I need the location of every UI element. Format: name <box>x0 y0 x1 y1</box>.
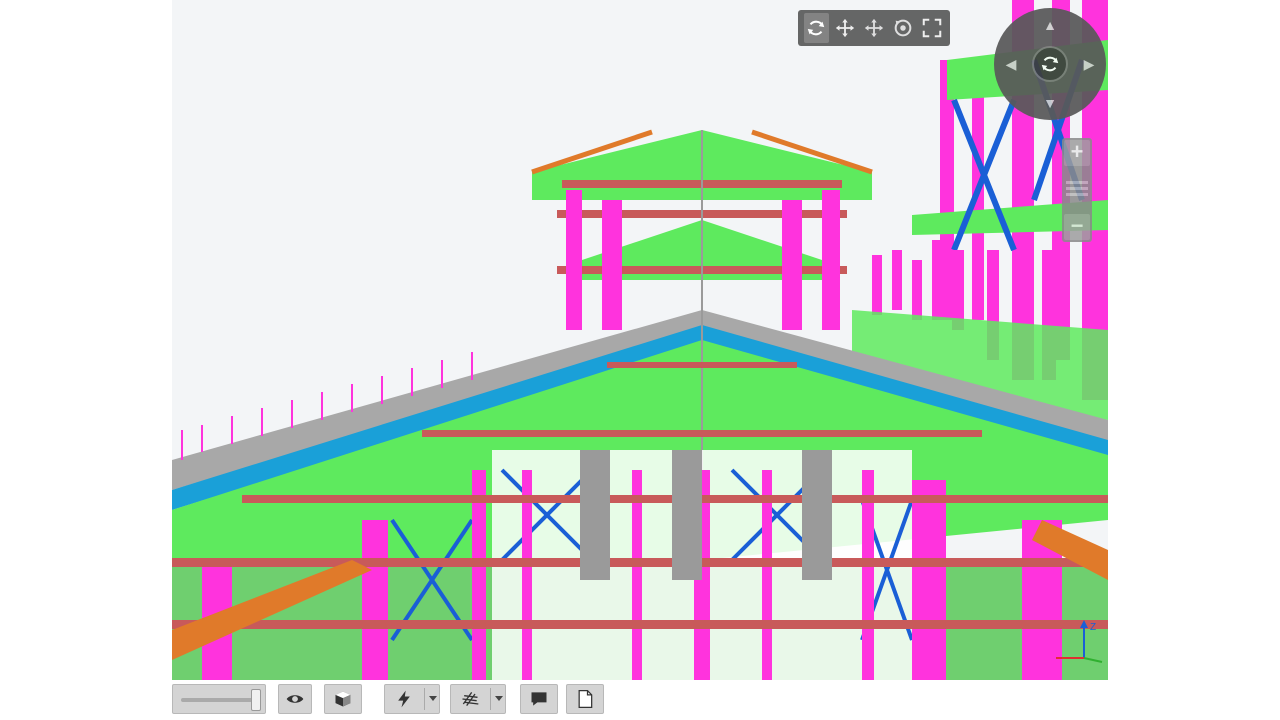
dropdown-separator <box>490 688 491 710</box>
navigation-toolbar <box>798 10 950 46</box>
move-icon <box>864 18 884 38</box>
look-around-icon <box>894 19 912 37</box>
look-around-tool-button[interactable] <box>890 13 915 43</box>
zoom-slider[interactable] <box>1066 178 1088 200</box>
chevron-down-icon <box>429 696 437 701</box>
move-tool-button[interactable] <box>862 13 887 43</box>
compass-left-icon[interactable]: ◀ <box>1004 57 1018 71</box>
visibility-button[interactable] <box>278 684 312 714</box>
slider-track <box>181 698 255 702</box>
grid-dropdown[interactable] <box>450 684 506 714</box>
document-icon <box>578 690 593 708</box>
orbit-center-icon <box>1041 56 1059 72</box>
slider-handle[interactable] <box>251 689 261 711</box>
fullscreen-button[interactable] <box>919 13 944 43</box>
transparency-slider[interactable] <box>172 684 266 714</box>
orbit-tool-button[interactable] <box>804 13 829 43</box>
comment-button[interactable] <box>520 684 558 714</box>
lightning-icon <box>398 690 410 708</box>
navigation-compass[interactable]: ▲ ▶ ▼ ◀ <box>994 8 1106 120</box>
axis-indicator: Z <box>1056 620 1103 663</box>
document-button[interactable] <box>566 684 604 714</box>
building-model[interactable] <box>172 0 1108 680</box>
comment-icon <box>531 692 547 706</box>
fullscreen-icon <box>922 18 941 38</box>
view-cube-icon <box>335 691 351 707</box>
pan-icon <box>836 18 855 38</box>
bottom-toolbar <box>172 680 1108 720</box>
pan-tool-button[interactable] <box>833 13 858 43</box>
compass-right-icon[interactable]: ▶ <box>1082 57 1096 71</box>
lightning-dropdown[interactable] <box>384 684 440 714</box>
compass-up-icon[interactable]: ▲ <box>1043 18 1057 32</box>
dropdown-separator <box>424 688 425 710</box>
zoom-out-button[interactable]: − <box>1064 214 1090 240</box>
zoom-in-button[interactable]: + <box>1064 140 1090 166</box>
3d-viewport[interactable]: ▲ ▶ ▼ ◀ + − Z <box>172 0 1108 680</box>
zoom-control: + − <box>1062 138 1092 242</box>
orbit-center-button[interactable] <box>1032 46 1068 82</box>
chevron-down-icon <box>495 696 503 701</box>
axis-z-label: Z <box>1090 622 1096 633</box>
grid-icon <box>462 691 479 707</box>
compass-down-icon[interactable]: ▼ <box>1043 96 1057 110</box>
orbit-icon <box>808 20 825 36</box>
visibility-eye-icon <box>286 695 304 703</box>
view-cube-button[interactable] <box>324 684 362 714</box>
